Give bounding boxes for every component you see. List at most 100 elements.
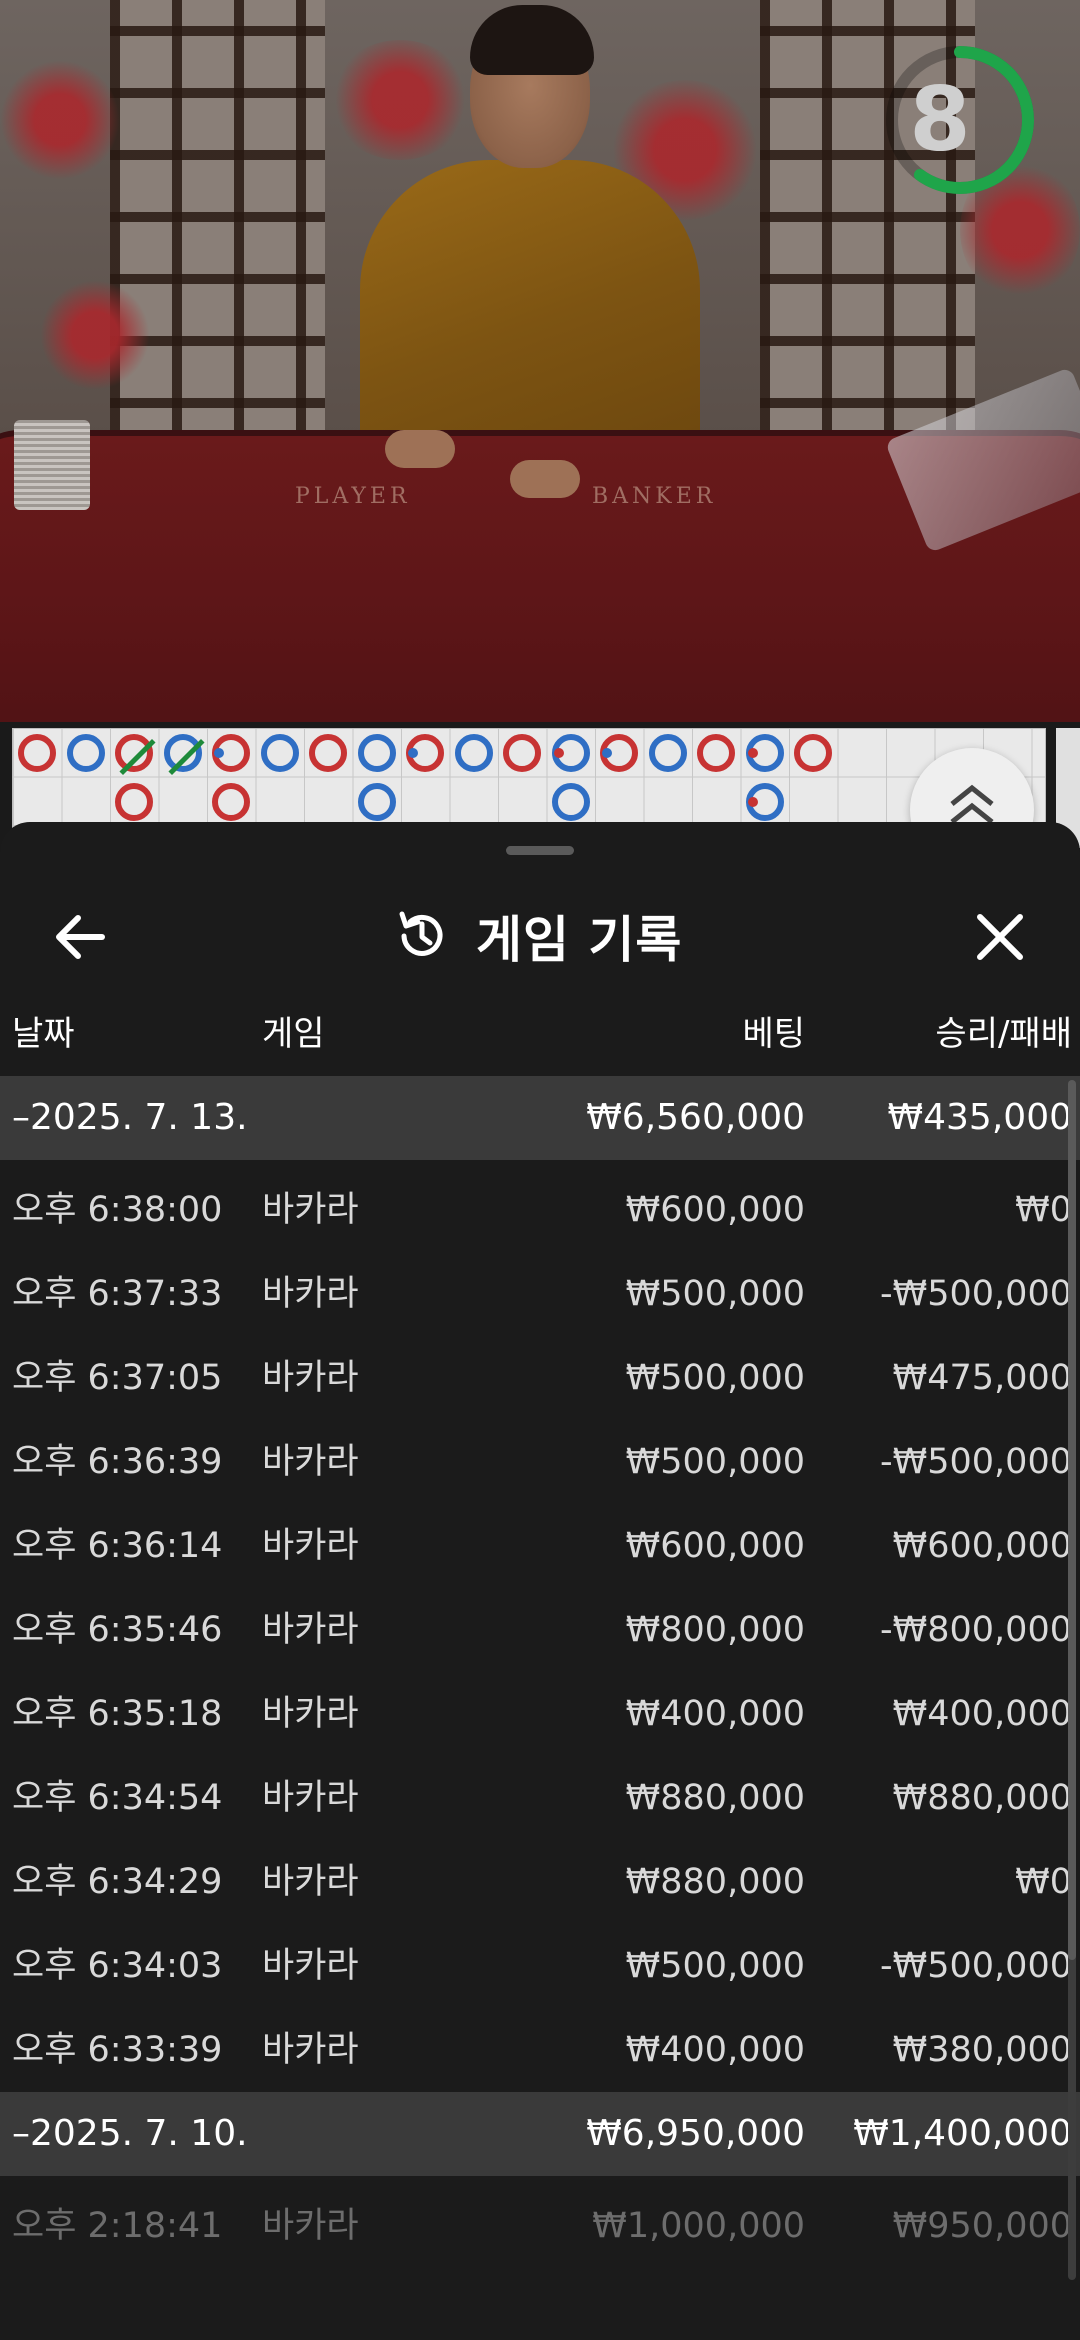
row-game: 바카라: [262, 1862, 359, 1902]
player-bead: [454, 734, 493, 772]
banker-bead: [600, 734, 638, 772]
scrollbar-thumb[interactable]: [1068, 1080, 1076, 1960]
dealer-hand: [510, 460, 580, 498]
table-row[interactable]: 오후 2:18:41 바카라 ₩1,000,000 ₩950,000: [0, 2184, 1080, 2268]
table-row[interactable]: 오후 6:34:03 바카라 ₩500,000 -₩500,000: [0, 1924, 1080, 2008]
group-win-total: ₩435,000: [887, 1097, 1072, 1138]
pair-dot: [214, 748, 224, 758]
row-result: ₩0: [1015, 1862, 1072, 1902]
table-row[interactable]: 오후 6:36:14 바카라 ₩600,000 ₩600,000: [0, 1504, 1080, 1588]
table-row[interactable]: 오후 6:37:33 바카라 ₩500,000 -₩500,000: [0, 1252, 1080, 1336]
table-row[interactable]: 오후 6:35:18 바카라 ₩400,000 ₩400,000: [0, 1672, 1080, 1756]
row-result: ₩880,000: [892, 1778, 1072, 1818]
player-area-label: PLAYER: [295, 484, 411, 509]
table-header-row: 날짜 게임 베팅 승리/패배: [0, 992, 1080, 1076]
history-icon: [399, 911, 443, 956]
banker-area-label: BANKER: [592, 484, 717, 509]
player-bead: [260, 734, 299, 772]
row-game: 바카라: [262, 2030, 359, 2070]
table-row[interactable]: 오후 6:34:29 바카라 ₩880,000 ₩0: [0, 1840, 1080, 1924]
game-history-sheet: 게임 기록 날짜 게임 베팅 승리/패배 –2025. 7. 13. ₩6,560…: [0, 822, 1080, 2340]
row-result: -₩500,000: [880, 1442, 1072, 1482]
player-bead: [745, 734, 784, 772]
group-date: –2025. 7. 13.: [12, 1097, 248, 1138]
sheet-drag-handle[interactable]: [506, 846, 574, 855]
page-title: 게임 기록: [476, 911, 683, 969]
banker-bead: [18, 734, 56, 772]
player-bead: [551, 782, 590, 821]
row-time: 오후 6:38:00: [12, 1190, 223, 1230]
table-row[interactable]: 오후 6:38:00 바카라 ₩600,000 ₩0: [0, 1168, 1080, 1252]
group-bet-total: ₩6,950,000: [586, 2113, 805, 2154]
banker-bead: [503, 734, 541, 772]
row-bet: ₩1,000,000: [592, 2206, 805, 2246]
row-bet: ₩600,000: [625, 1526, 805, 1566]
row-game: 바카라: [262, 1610, 359, 1650]
close-button[interactable]: [960, 902, 1040, 972]
row-bet: ₩500,000: [625, 1946, 805, 1986]
group-date: –2025. 7. 10.: [12, 2113, 248, 2154]
row-game: 바카라: [262, 1358, 359, 1398]
pair-dot: [553, 748, 564, 758]
table-row[interactable]: 오후 6:37:05 바카라 ₩500,000 ₩475,000: [0, 1336, 1080, 1420]
banker-bead: [212, 734, 250, 772]
table-row[interactable]: 오후 6:36:39 바카라 ₩500,000 -₩500,000: [0, 1420, 1080, 1504]
pair-dot: [408, 748, 418, 758]
player-bead: [66, 734, 105, 772]
column-header-win-loss: 승리/패배: [935, 1014, 1072, 1054]
table-row[interactable]: 오후 6:34:54 바카라 ₩880,000 ₩880,000: [0, 1756, 1080, 1840]
back-button[interactable]: [40, 902, 120, 972]
banker-bead: [794, 734, 832, 772]
table-row[interactable]: 오후 6:35:46 바카라 ₩800,000 -₩800,000: [0, 1588, 1080, 1672]
row-bet: ₩500,000: [625, 1358, 805, 1398]
banker-bead: [212, 782, 250, 821]
row-time: 오후 6:33:39: [12, 2030, 223, 2070]
group-bet-total: ₩6,560,000: [586, 1097, 805, 1138]
row-game: 바카라: [262, 1778, 359, 1818]
row-time: 오후 6:36:14: [12, 1526, 223, 1566]
row-bet: ₩800,000: [625, 1610, 805, 1650]
pair-dot: [747, 796, 758, 807]
row-time: 오후 6:35:18: [12, 1694, 223, 1734]
row-bet: ₩600,000: [625, 1190, 805, 1230]
row-result: ₩0: [1015, 1190, 1072, 1230]
row-result: ₩380,000: [892, 2030, 1072, 2070]
column-header-bet: 베팅: [742, 1014, 805, 1054]
date-group-row[interactable]: –2025. 7. 13. ₩6,560,000 ₩435,000: [0, 1076, 1080, 1160]
countdown-value: 8: [909, 68, 971, 171]
close-icon: [977, 914, 1023, 960]
banker-bead: [115, 734, 156, 776]
row-time: 오후 6:37:05: [12, 1358, 223, 1398]
tie-slash: [167, 738, 205, 776]
player-bead: [357, 734, 396, 772]
live-video: PLAYER BANKER 8: [0, 0, 1080, 722]
row-bet: ₩400,000: [625, 1694, 805, 1734]
row-game: 바카라: [262, 1190, 359, 1230]
dealer-hair: [470, 5, 594, 75]
pair-dot: [747, 748, 758, 758]
row-game: 바카라: [262, 1442, 359, 1482]
row-bet: ₩500,000: [625, 1274, 805, 1314]
tie-slash: [119, 738, 156, 776]
row-game: 바카라: [262, 1274, 359, 1314]
row-game: 바카라: [262, 1526, 359, 1566]
row-bet: ₩880,000: [625, 1862, 805, 1902]
row-result: -₩500,000: [880, 1946, 1072, 1986]
row-bet: ₩500,000: [625, 1442, 805, 1482]
player-bead: [551, 734, 590, 772]
row-game: 바카라: [262, 2206, 359, 2246]
discard-tray: [14, 420, 90, 510]
app-root: PLAYER BANKER 8 게임 기록 날짜 게임 베팅 승리/패배 –20…: [0, 0, 1080, 2340]
row-time: 오후 6:34:03: [12, 1946, 223, 1986]
row-game: 바카라: [262, 1946, 359, 1986]
group-win-total: ₩1,400,000: [853, 2113, 1072, 2154]
column-header-date: 날짜: [12, 1014, 75, 1054]
row-game: 바카라: [262, 1694, 359, 1734]
row-result: -₩800,000: [880, 1610, 1072, 1650]
row-bet: ₩880,000: [625, 1778, 805, 1818]
date-group-row[interactable]: –2025. 7. 10. ₩6,950,000 ₩1,400,000: [0, 2092, 1080, 2176]
table-row[interactable]: 오후 6:33:39 바카라 ₩400,000 ₩380,000: [0, 2008, 1080, 2092]
banker-bead: [406, 734, 444, 772]
player-bead: [357, 782, 396, 821]
row-time: 오후 2:18:41: [12, 2206, 223, 2246]
